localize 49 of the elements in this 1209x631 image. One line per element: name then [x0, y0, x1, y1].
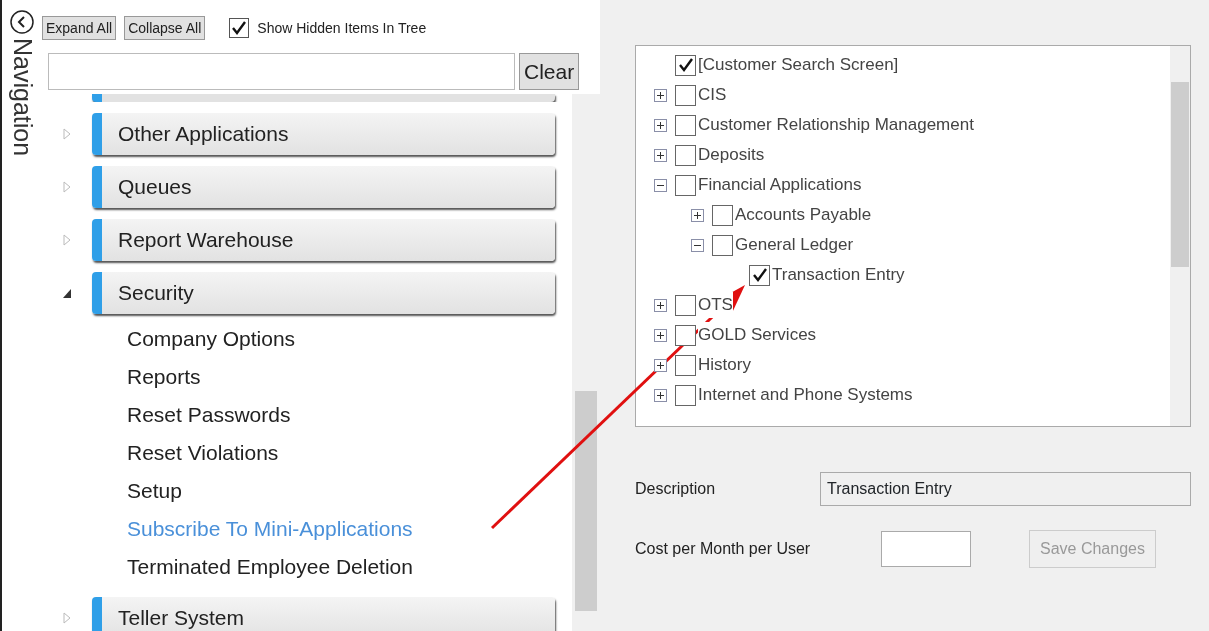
nav-item[interactable]: Terminated Employee Deletion	[127, 548, 572, 586]
collapse-icon[interactable]	[654, 178, 667, 192]
expand-icon[interactable]	[654, 118, 667, 132]
description-field[interactable]: Transaction Entry	[820, 472, 1191, 506]
expand-icon[interactable]	[654, 298, 667, 312]
nav-item[interactable]: Setup	[127, 472, 572, 510]
checkbox[interactable]	[675, 384, 696, 406]
nav-group-header[interactable]: Report Warehouse	[92, 219, 555, 261]
nav-item[interactable]: Company Options	[127, 320, 572, 358]
checkbox[interactable]	[229, 18, 250, 38]
expand-all-button[interactable]: Expand All	[42, 16, 117, 40]
expand-icon[interactable]	[654, 328, 667, 342]
navigation-title: Navigation	[7, 38, 38, 157]
nav-item[interactable]: Reset Violations	[127, 434, 572, 472]
cost-label: Cost per Month per User	[635, 539, 812, 559]
show-hidden-label: Show Hidden Items In Tree	[257, 18, 427, 38]
checkbox[interactable]	[675, 294, 696, 316]
nav-group-header[interactable]: Security	[92, 272, 555, 314]
checkbox[interactable]	[712, 204, 733, 226]
expand-icon[interactable]	[654, 148, 667, 162]
nav-item[interactable]: Reports	[127, 358, 572, 396]
cost-field[interactable]	[881, 531, 971, 567]
expand-icon[interactable]	[691, 208, 704, 222]
checkbox[interactable]	[712, 234, 733, 256]
expand-icon[interactable]	[654, 88, 667, 102]
checkbox[interactable]	[675, 84, 696, 106]
scrollbar[interactable]	[1170, 46, 1190, 426]
nav-group-header[interactable]: Teller System	[92, 597, 555, 631]
checkbox[interactable]	[749, 264, 770, 286]
search-field[interactable]	[48, 53, 515, 90]
nav-group-header[interactable]: Queues	[92, 166, 555, 208]
tree-item[interactable]: OTS	[698, 292, 733, 318]
scrollbar[interactable]	[572, 94, 600, 631]
checkbox[interactable]	[675, 144, 696, 166]
collapse-all-button[interactable]: Collapse All	[124, 16, 206, 40]
checkbox[interactable]	[675, 114, 696, 136]
checkbox[interactable]	[675, 354, 696, 376]
checkbox[interactable]	[675, 54, 696, 76]
nav-item[interactable]: Reset Passwords	[127, 396, 572, 434]
expand-icon[interactable]	[654, 388, 667, 402]
back-icon[interactable]	[10, 10, 34, 34]
collapse-icon[interactable]	[691, 238, 704, 252]
expand-icon[interactable]	[654, 358, 667, 372]
nav-group-header[interactable]: Other Applications	[92, 113, 555, 155]
collapse-triangle-icon[interactable]	[62, 287, 72, 299]
checkbox[interactable]	[675, 174, 696, 196]
clear-button[interactable]: Clear	[519, 53, 580, 90]
checkbox[interactable]	[675, 324, 696, 346]
description-label: Description	[635, 479, 717, 499]
